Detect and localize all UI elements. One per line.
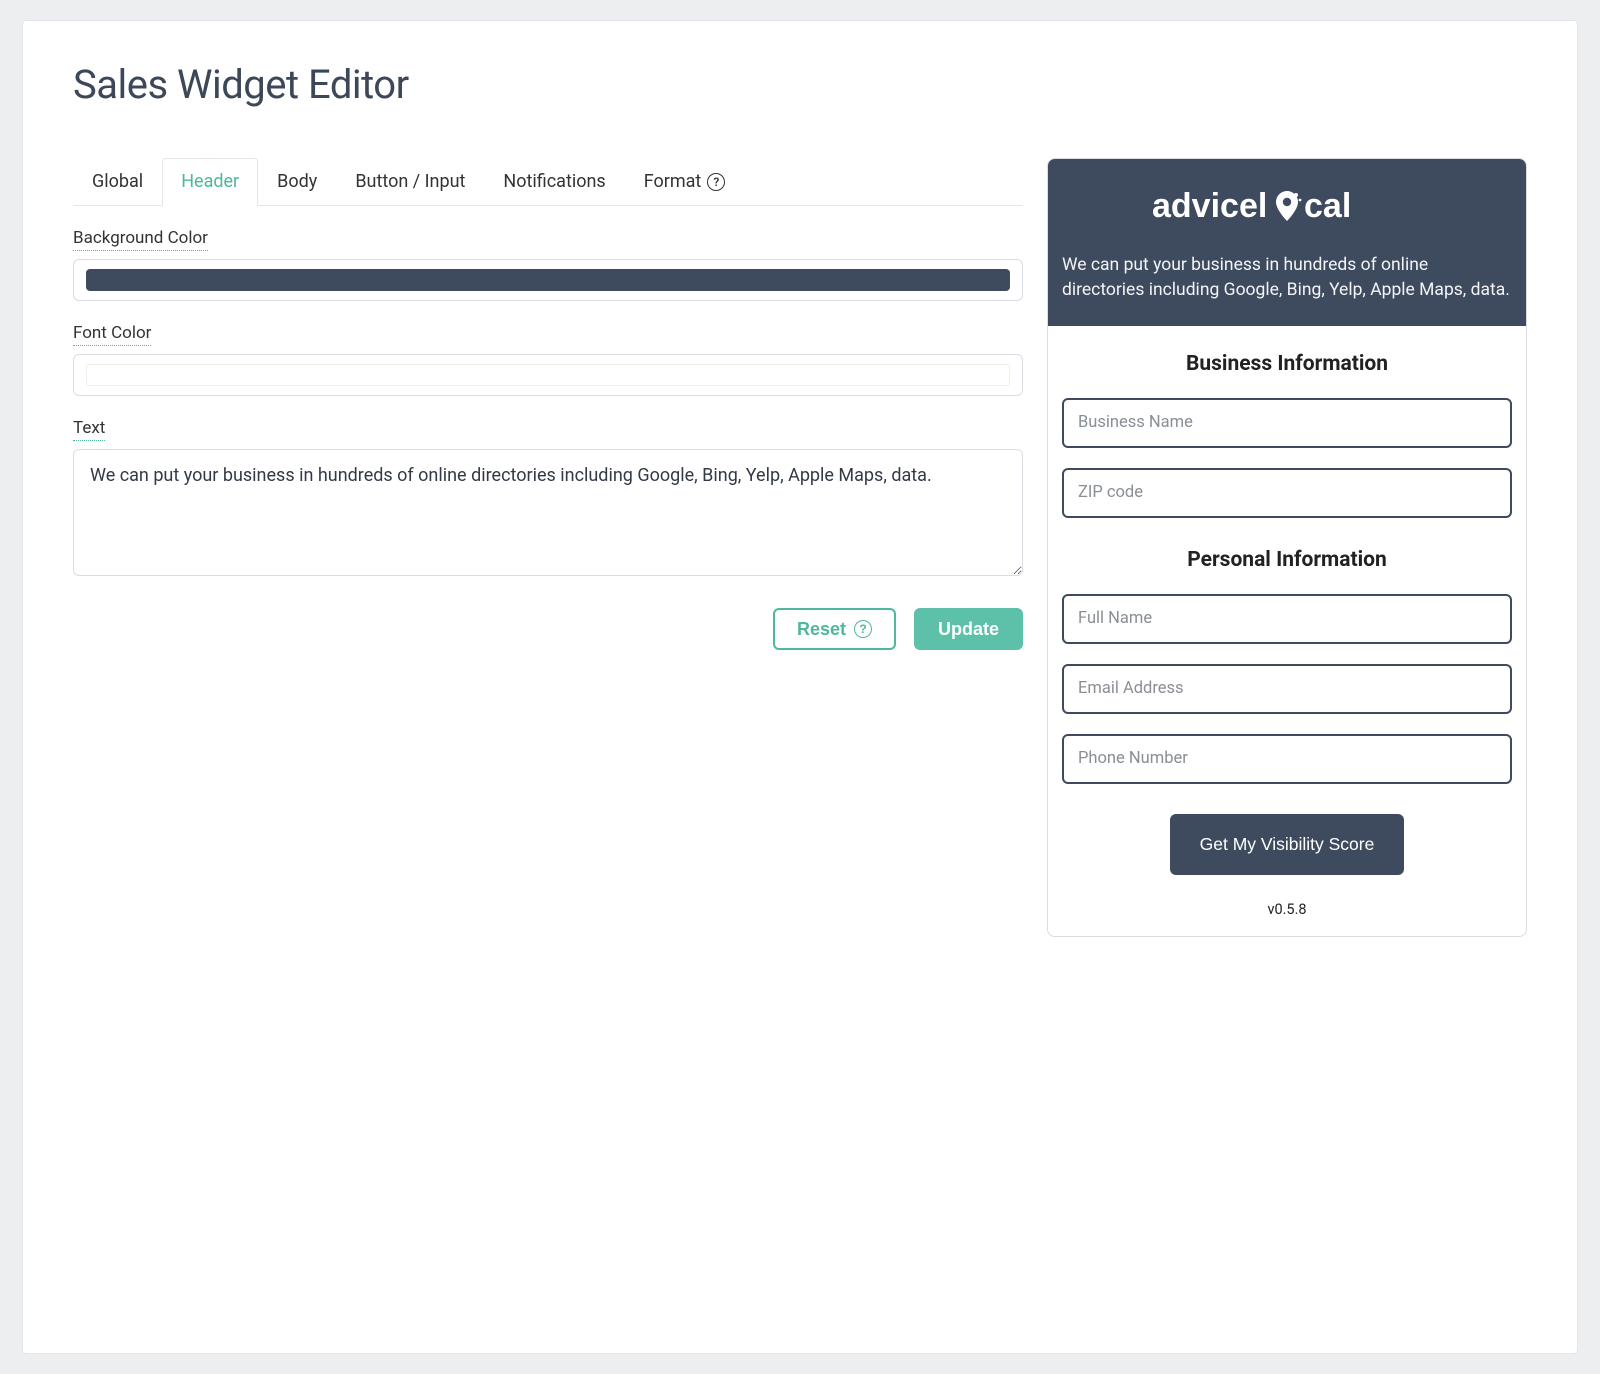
help-icon: ? — [854, 620, 872, 638]
tab-label: Header — [181, 171, 239, 192]
business-section-title: Business Information — [1062, 352, 1512, 376]
field-font-color: Font Color — [73, 323, 1023, 396]
advicelocal-logo-icon: advicel cal — [1152, 185, 1422, 229]
business-name-input[interactable] — [1062, 398, 1512, 448]
widget-header: advicel cal We can put your business in … — [1048, 159, 1526, 326]
tab-body[interactable]: Body — [258, 158, 336, 206]
text-textarea[interactable] — [73, 449, 1023, 576]
font-color-swatch — [86, 364, 1010, 386]
widget-body: Business Information Personal Informatio… — [1048, 326, 1526, 936]
phone-input[interactable] — [1062, 734, 1512, 784]
full-name-input[interactable] — [1062, 594, 1512, 644]
button-label: Reset — [797, 620, 846, 638]
tab-button-input[interactable]: Button / Input — [336, 158, 484, 206]
page-title: Sales Widget Editor — [73, 61, 1527, 108]
widget-preview: advicel cal We can put your business in … — [1047, 158, 1527, 937]
tab-global[interactable]: Global — [73, 158, 162, 206]
tab-label: Format — [644, 171, 702, 192]
field-label: Background Color — [73, 228, 208, 251]
field-label: Text — [73, 418, 105, 441]
widget-version: v0.5.8 — [1062, 901, 1512, 918]
reset-button[interactable]: Reset ? — [773, 608, 896, 650]
svg-text:cal: cal — [1304, 187, 1351, 225]
editor-card: Sales Widget Editor Global Header Body B… — [22, 20, 1578, 1354]
tab-label: Global — [92, 171, 143, 192]
update-button[interactable]: Update — [914, 608, 1023, 650]
font-color-input[interactable] — [73, 354, 1023, 396]
editor-column: Global Header Body Button / Input Notifi… — [73, 158, 1023, 650]
tabs: Global Header Body Button / Input Notifi… — [73, 158, 1023, 206]
bg-color-input[interactable] — [73, 259, 1023, 301]
layout: Global Header Body Button / Input Notifi… — [73, 158, 1527, 937]
widget-header-text: We can put your business in hundreds of … — [1062, 253, 1512, 304]
email-input[interactable] — [1062, 664, 1512, 714]
personal-section-title: Personal Information — [1062, 548, 1512, 572]
tab-format[interactable]: Format ? — [625, 158, 745, 206]
field-background-color: Background Color — [73, 228, 1023, 301]
bg-color-swatch — [86, 269, 1010, 291]
zip-input[interactable] — [1062, 468, 1512, 518]
tab-label: Button / Input — [355, 171, 465, 192]
tab-label: Notifications — [503, 171, 605, 192]
actions-row: Reset ? Update — [73, 608, 1023, 650]
help-icon: ? — [707, 173, 725, 191]
tab-notifications[interactable]: Notifications — [484, 158, 624, 206]
preview-column: advicel cal We can put your business in … — [1047, 158, 1527, 937]
field-label: Font Color — [73, 323, 151, 346]
brand-logo: advicel cal — [1062, 185, 1512, 233]
field-text: Text — [73, 418, 1023, 580]
get-score-button[interactable]: Get My Visibility Score — [1170, 814, 1405, 875]
tab-label: Body — [277, 171, 317, 192]
svg-text:advicel: advicel — [1152, 187, 1267, 225]
tab-header[interactable]: Header — [162, 158, 258, 206]
button-label: Update — [938, 620, 999, 638]
